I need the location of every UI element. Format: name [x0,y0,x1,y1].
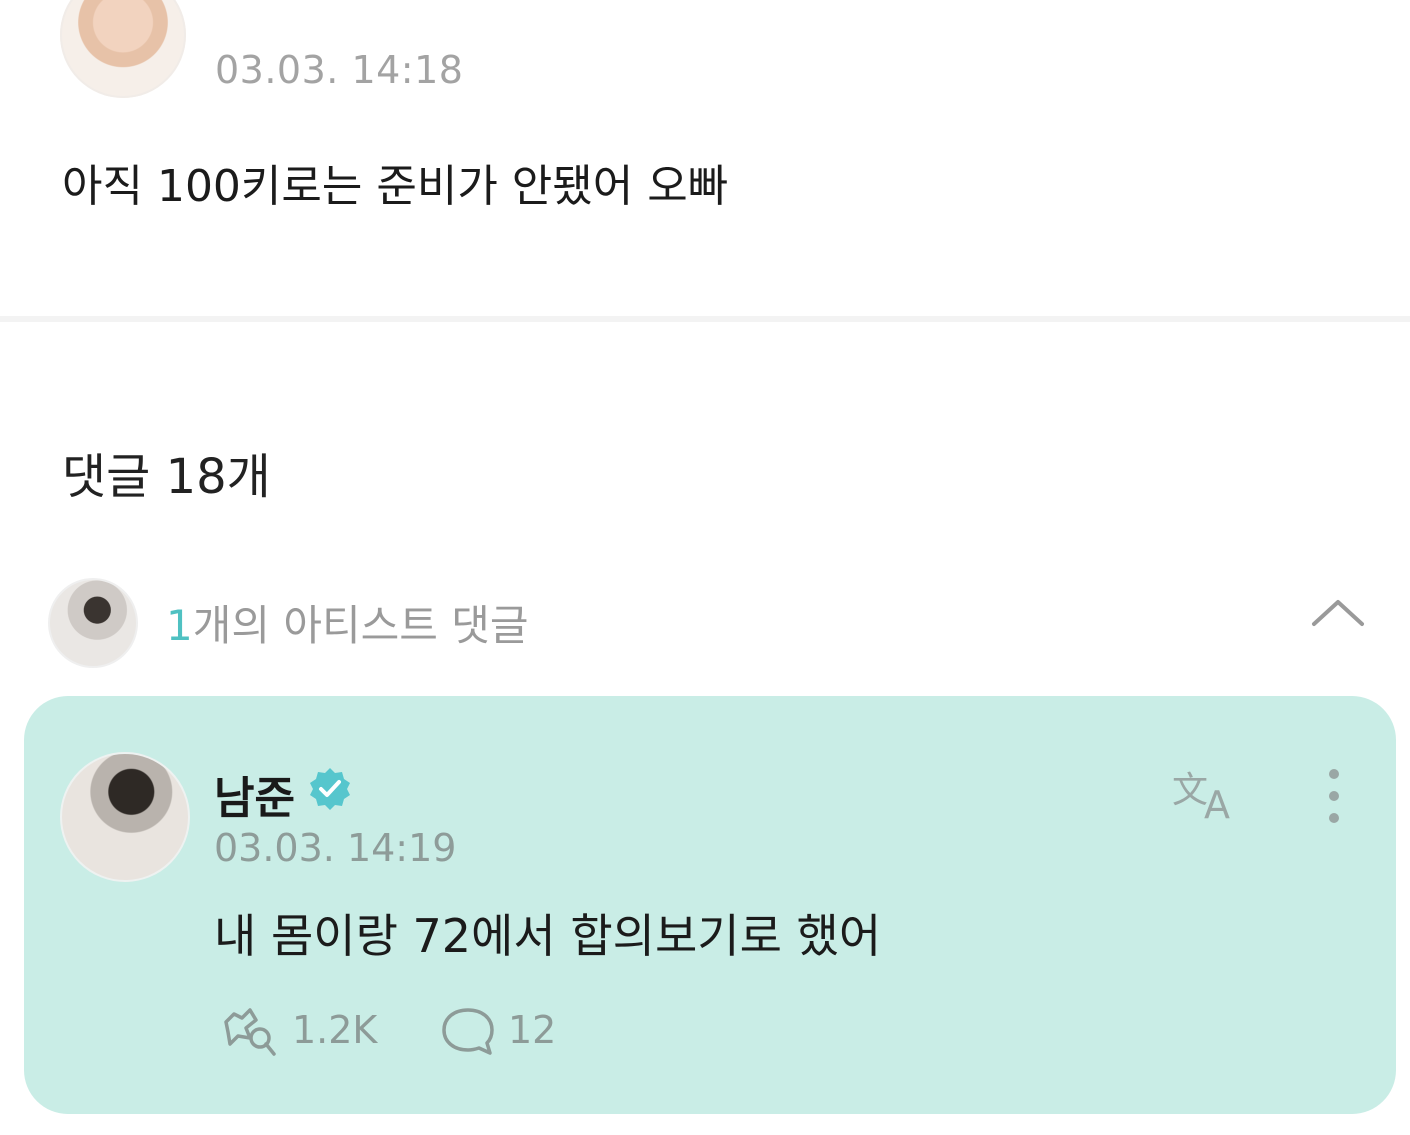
chevron-up-icon[interactable] [1308,592,1368,632]
svg-text:A: A [1204,783,1230,822]
more-vertical-icon[interactable] [1322,766,1346,826]
comments-count-heading: 댓글 18개 [62,449,271,505]
artist-comments-label: 개의 아티스트 댓글 [192,601,529,650]
svg-text:文: 文 [1172,770,1208,811]
artist-comment-timestamp: 03.03. 14:19 [214,826,457,870]
artist-comment-count: 1 [166,601,193,650]
lightstick-like-icon[interactable] [216,1004,280,1058]
like-count: 1.2K [292,1008,378,1052]
post-timestamp: 03.03. 14:18 [215,48,464,92]
artist-name[interactable]: 남준 [214,762,295,826]
comment-bubble-icon[interactable] [440,1004,496,1058]
post-text: 아직 100키로는 준비가 안됐어 오빠 [62,161,729,212]
translate-icon[interactable]: 文 A [1170,766,1246,822]
artist-comment-text: 내 몸이랑 72에서 합의보기로 했어 [214,909,882,963]
post-author-avatar[interactable] [60,0,186,98]
section-divider [0,316,1410,322]
verified-badge-icon [310,768,350,810]
artist-avatar[interactable] [60,752,190,882]
reply-count: 12 [508,1008,557,1052]
artist-row-avatar[interactable] [48,578,138,668]
artist-comments-toggle-label[interactable]: 1개의 아티스트 댓글 [166,592,529,653]
